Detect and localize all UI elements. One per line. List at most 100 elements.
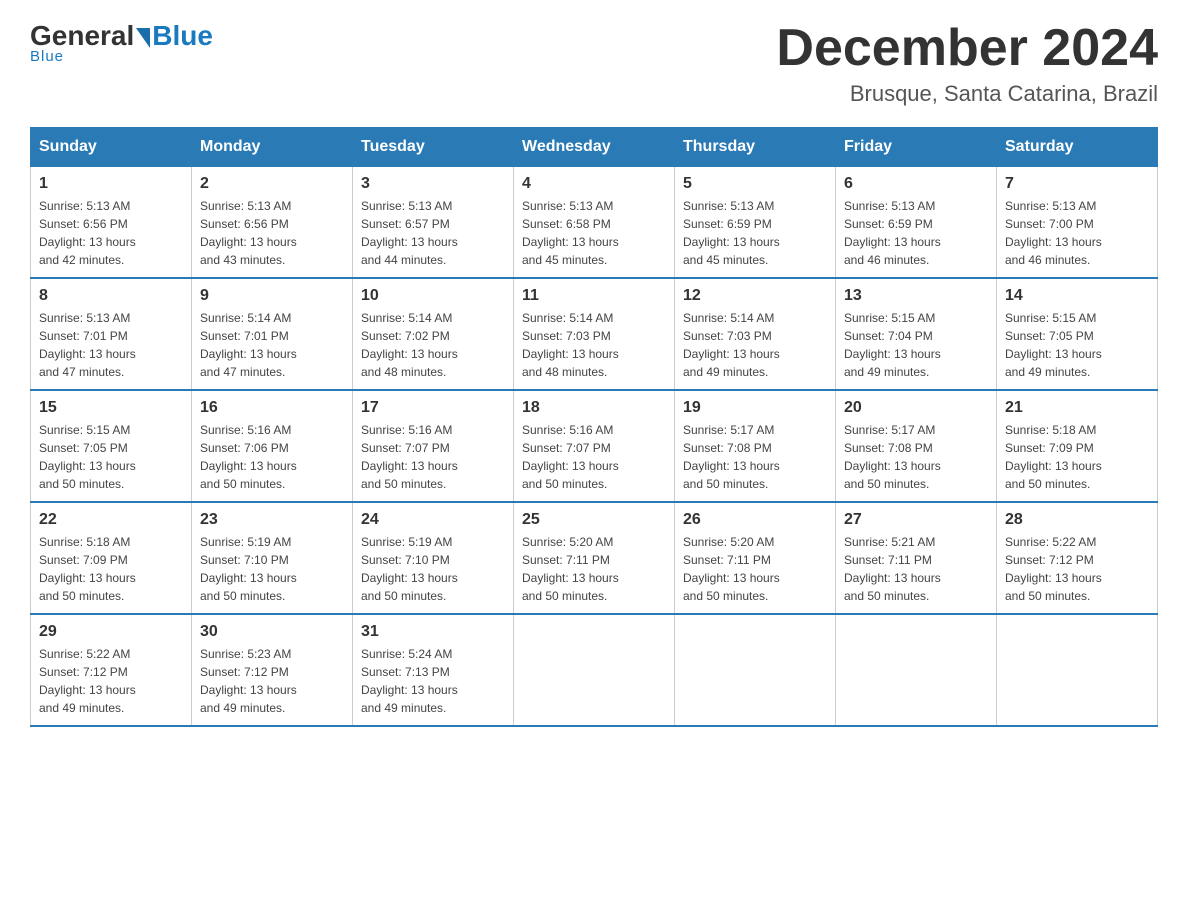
table-row: 25 Sunrise: 5:20 AMSunset: 7:11 PMDayligh… [514, 502, 675, 614]
table-row [514, 614, 675, 726]
table-row: 13Sunrise: 5:15 AMSunset: 7:04 PMDayligh… [836, 278, 997, 390]
day-number: 25 [522, 511, 666, 529]
table-row: 17 Sunrise: 5:16 AMSunset: 7:07 PMDayligh… [353, 390, 514, 502]
day-info: Sunrise: 5:22 AMSunset: 7:12 PMDaylight:… [1005, 533, 1149, 605]
day-info: Sunrise: 5:13 AMSunset: 7:00 PMDaylight:… [1005, 197, 1149, 269]
day-info: Sunrise: 5:17 AMSunset: 7:08 PMDaylight:… [683, 421, 827, 493]
day-number: 14 [1005, 287, 1149, 305]
table-row: 4 Sunrise: 5:13 AMSunset: 6:58 PMDaylight… [514, 167, 675, 279]
day-number: 31 [361, 623, 505, 641]
calendar-week-row: 15Sunrise: 5:15 AMSunset: 7:05 PMDayligh… [31, 390, 1158, 502]
day-number: 30 [200, 623, 344, 641]
logo-blue-text: Blue [152, 20, 213, 52]
table-row: 10 Sunrise: 5:14 AMSunset: 7:02 PMDayligh… [353, 278, 514, 390]
day-number: 12 [683, 287, 827, 305]
day-info: Sunrise: 5:16 AMSunset: 7:06 PMDaylight:… [200, 421, 344, 493]
calendar-week-row: 1 Sunrise: 5:13 AMSunset: 6:56 PMDaylight… [31, 167, 1158, 279]
table-row: 26 Sunrise: 5:20 AMSunset: 7:11 PMDayligh… [675, 502, 836, 614]
page-header: General Blue Blue December 2024 Brusque,… [30, 20, 1158, 107]
day-info: Sunrise: 5:14 AMSunset: 7:03 PMDaylight:… [522, 309, 666, 381]
table-row: 3 Sunrise: 5:13 AMSunset: 6:57 PMDaylight… [353, 167, 514, 279]
day-info: Sunrise: 5:15 AMSunset: 7:05 PMDaylight:… [39, 421, 183, 493]
day-number: 10 [361, 287, 505, 305]
calendar-header-row: Sunday Monday Tuesday Wednesday Thursday… [31, 128, 1158, 167]
day-number: 2 [200, 175, 344, 193]
table-row: 21 Sunrise: 5:18 AMSunset: 7:09 PMDayligh… [997, 390, 1158, 502]
day-info: Sunrise: 5:18 AMSunset: 7:09 PMDaylight:… [39, 533, 183, 605]
day-number: 8 [39, 287, 183, 305]
day-number: 19 [683, 399, 827, 417]
col-saturday: Saturday [997, 128, 1158, 167]
day-info: Sunrise: 5:19 AMSunset: 7:10 PMDaylight:… [361, 533, 505, 605]
day-info: Sunrise: 5:13 AMSunset: 6:59 PMDaylight:… [683, 197, 827, 269]
day-number: 1 [39, 175, 183, 193]
table-row: 30Sunrise: 5:23 AMSunset: 7:12 PMDayligh… [192, 614, 353, 726]
table-row: 2 Sunrise: 5:13 AMSunset: 6:56 PMDaylight… [192, 167, 353, 279]
table-row: 14Sunrise: 5:15 AMSunset: 7:05 PMDayligh… [997, 278, 1158, 390]
day-info: Sunrise: 5:20 AMSunset: 7:11 PMDaylight:… [683, 533, 827, 605]
col-monday: Monday [192, 128, 353, 167]
day-info: Sunrise: 5:19 AMSunset: 7:10 PMDaylight:… [200, 533, 344, 605]
table-row: 31 Sunrise: 5:24 AMSunset: 7:13 PMDayligh… [353, 614, 514, 726]
table-row: 1 Sunrise: 5:13 AMSunset: 6:56 PMDaylight… [31, 167, 192, 279]
logo: General Blue Blue [30, 20, 213, 65]
day-info: Sunrise: 5:21 AMSunset: 7:11 PMDaylight:… [844, 533, 988, 605]
day-info: Sunrise: 5:13 AMSunset: 6:59 PMDaylight:… [844, 197, 988, 269]
day-info: Sunrise: 5:13 AMSunset: 6:57 PMDaylight:… [361, 197, 505, 269]
day-info: Sunrise: 5:17 AMSunset: 7:08 PMDaylight:… [844, 421, 988, 493]
table-row: 29Sunrise: 5:22 AMSunset: 7:12 PMDayligh… [31, 614, 192, 726]
day-number: 21 [1005, 399, 1149, 417]
day-number: 22 [39, 511, 183, 529]
day-number: 24 [361, 511, 505, 529]
col-sunday: Sunday [31, 128, 192, 167]
calendar-table: Sunday Monday Tuesday Wednesday Thursday… [30, 127, 1158, 727]
day-number: 5 [683, 175, 827, 193]
table-row: 6 Sunrise: 5:13 AMSunset: 6:59 PMDaylight… [836, 167, 997, 279]
col-tuesday: Tuesday [353, 128, 514, 167]
day-info: Sunrise: 5:18 AMSunset: 7:09 PMDaylight:… [1005, 421, 1149, 493]
table-row: 27 Sunrise: 5:21 AMSunset: 7:11 PMDayligh… [836, 502, 997, 614]
col-wednesday: Wednesday [514, 128, 675, 167]
day-info: Sunrise: 5:14 AMSunset: 7:01 PMDaylight:… [200, 309, 344, 381]
calendar-week-row: 29Sunrise: 5:22 AMSunset: 7:12 PMDayligh… [31, 614, 1158, 726]
day-info: Sunrise: 5:14 AMSunset: 7:02 PMDaylight:… [361, 309, 505, 381]
title-section: December 2024 Brusque, Santa Catarina, B… [776, 20, 1158, 107]
day-info: Sunrise: 5:13 AMSunset: 6:56 PMDaylight:… [200, 197, 344, 269]
logo-arrow-icon [136, 28, 150, 48]
day-number: 6 [844, 175, 988, 193]
day-number: 23 [200, 511, 344, 529]
table-row: 23 Sunrise: 5:19 AMSunset: 7:10 PMDayligh… [192, 502, 353, 614]
day-number: 11 [522, 287, 666, 305]
day-number: 27 [844, 511, 988, 529]
table-row: 18Sunrise: 5:16 AMSunset: 7:07 PMDayligh… [514, 390, 675, 502]
calendar-week-row: 8 Sunrise: 5:13 AMSunset: 7:01 PMDaylight… [31, 278, 1158, 390]
col-thursday: Thursday [675, 128, 836, 167]
day-number: 4 [522, 175, 666, 193]
table-row: 19 Sunrise: 5:17 AMSunset: 7:08 PMDayligh… [675, 390, 836, 502]
day-info: Sunrise: 5:15 AMSunset: 7:04 PMDaylight:… [844, 309, 988, 381]
table-row [675, 614, 836, 726]
table-row: 20Sunrise: 5:17 AMSunset: 7:08 PMDayligh… [836, 390, 997, 502]
table-row: 9 Sunrise: 5:14 AMSunset: 7:01 PMDaylight… [192, 278, 353, 390]
day-info: Sunrise: 5:13 AMSunset: 6:58 PMDaylight:… [522, 197, 666, 269]
day-number: 26 [683, 511, 827, 529]
day-info: Sunrise: 5:20 AMSunset: 7:11 PMDaylight:… [522, 533, 666, 605]
table-row: 12Sunrise: 5:14 AMSunset: 7:03 PMDayligh… [675, 278, 836, 390]
table-row: 16 Sunrise: 5:16 AMSunset: 7:06 PMDayligh… [192, 390, 353, 502]
day-info: Sunrise: 5:13 AMSunset: 7:01 PMDaylight:… [39, 309, 183, 381]
day-number: 17 [361, 399, 505, 417]
day-number: 3 [361, 175, 505, 193]
logo-underline: Blue [30, 48, 64, 65]
day-info: Sunrise: 5:22 AMSunset: 7:12 PMDaylight:… [39, 645, 183, 717]
day-info: Sunrise: 5:24 AMSunset: 7:13 PMDaylight:… [361, 645, 505, 717]
day-info: Sunrise: 5:16 AMSunset: 7:07 PMDaylight:… [361, 421, 505, 493]
table-row: 8 Sunrise: 5:13 AMSunset: 7:01 PMDaylight… [31, 278, 192, 390]
table-row: 24 Sunrise: 5:19 AMSunset: 7:10 PMDayligh… [353, 502, 514, 614]
col-friday: Friday [836, 128, 997, 167]
table-row [836, 614, 997, 726]
day-number: 16 [200, 399, 344, 417]
calendar-week-row: 22 Sunrise: 5:18 AMSunset: 7:09 PMDayligh… [31, 502, 1158, 614]
day-number: 9 [200, 287, 344, 305]
day-number: 18 [522, 399, 666, 417]
day-info: Sunrise: 5:13 AMSunset: 6:56 PMDaylight:… [39, 197, 183, 269]
